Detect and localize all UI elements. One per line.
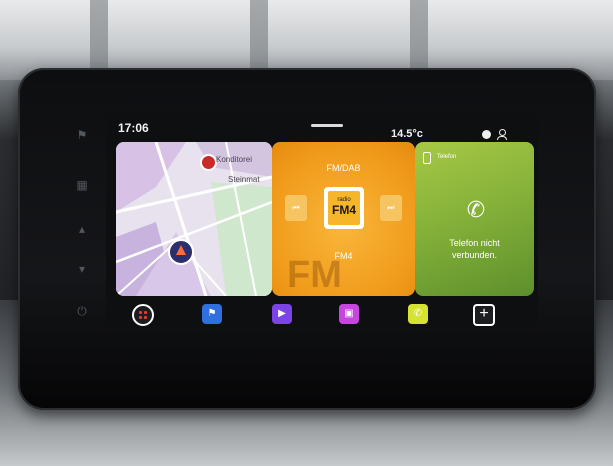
smartphone-icon: [423, 152, 431, 164]
app-dock: ⚑ ▶ ▣ ✆ +: [106, 300, 538, 332]
media-play-icon[interactable]: ▶: [272, 304, 292, 324]
globe-icon[interactable]: [482, 130, 491, 139]
map-widget[interactable]: Konditorei Steinmat: [116, 142, 272, 296]
station-logo: radio FM4: [324, 187, 364, 229]
poi-icon[interactable]: [200, 154, 217, 171]
brightness-up-icon[interactable]: ▴: [74, 222, 90, 236]
keyboard-icon[interactable]: ▦: [74, 178, 90, 192]
phone-status-message: Telefon nicht verbunden.: [415, 237, 534, 261]
handset-icon: ✆: [466, 197, 486, 222]
phone-status-line1: Telefon nicht: [449, 238, 500, 248]
poi-label: Konditorei: [216, 155, 253, 164]
home-grid-icon[interactable]: [132, 304, 154, 326]
station-name: FM4: [334, 251, 353, 261]
next-icon[interactable]: ⏭: [380, 195, 402, 221]
map-image: [116, 142, 272, 296]
power-icon[interactable]: ⏻: [74, 304, 90, 318]
phone-status-line2: verbunden.: [451, 250, 498, 260]
street-label: Steinmat: [228, 175, 260, 184]
navigation-flag-icon[interactable]: ⚑: [202, 304, 222, 324]
previous-icon[interactable]: ⏮: [285, 195, 307, 221]
pull-down-handle[interactable]: [311, 124, 343, 127]
clock: 17:06: [118, 121, 149, 135]
outside-temperature: 14.5°c: [391, 128, 423, 140]
brightness-down-icon[interactable]: ▾: [74, 262, 90, 276]
add-icon[interactable]: +: [473, 304, 495, 326]
radio-widget[interactable]: FM FM/DAB ⏮ radio FM4 ⏭ FM4: [272, 142, 415, 296]
radio-source: FM/DAB: [326, 163, 361, 173]
infotainment-screen: 17:06 14.5°c Konditorei Steinmat FM FM/D…: [106, 114, 538, 332]
status-bar: 17:06 14.5°c: [106, 114, 538, 140]
logo-fm4-text: FM4: [332, 203, 356, 217]
phone-header: Telefon: [437, 154, 457, 160]
flag-icon[interactable]: ⚑: [74, 128, 90, 142]
radio-icon[interactable]: ▣: [339, 304, 359, 324]
side-control-strip: ⚑ ▦ ▴ ▾ ⏻: [66, 120, 106, 330]
phone-icon[interactable]: ✆: [408, 304, 428, 324]
widget-area: Konditorei Steinmat FM FM/DAB ⏮ radio FM…: [116, 142, 534, 300]
navigation-position-arrow-icon: [168, 239, 194, 265]
phone-widget[interactable]: Telefon ✆ Telefon nicht verbunden.: [415, 142, 534, 296]
user-profile-icon[interactable]: [497, 129, 507, 140]
